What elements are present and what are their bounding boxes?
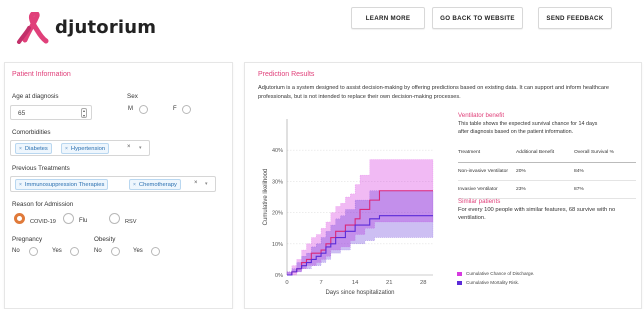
- reason-rsv-label: RSV: [125, 219, 137, 225]
- tag-label: Diabetes: [24, 145, 48, 152]
- table-header-row: Treatment Additional Benefit Overall Sur…: [458, 144, 636, 163]
- tag-diabetes[interactable]: × Diabetes: [15, 143, 52, 154]
- tag-immunosuppression[interactable]: × Immunosuppression Therapies: [15, 179, 109, 190]
- legend-swatch: [457, 271, 462, 276]
- sex-m-label: M: [128, 106, 133, 112]
- table-cell: 87%: [574, 180, 636, 199]
- ribbon-icon: [17, 12, 49, 44]
- chevron-down-icon[interactable]: ▾: [205, 181, 208, 187]
- tag-remove-icon[interactable]: ×: [19, 182, 22, 188]
- table-cell: Invasive Ventilator: [458, 180, 516, 199]
- age-value: 65: [18, 110, 26, 117]
- y-tick-label: 10%: [272, 242, 283, 248]
- sex-f-radio[interactable]: [182, 105, 191, 114]
- ventilator-benefit-text-2: after diagnosis based on the patient inf…: [458, 129, 574, 135]
- age-stepper-icon[interactable]: ▴ ▾: [81, 108, 87, 118]
- chevron-down-icon[interactable]: ▾: [139, 145, 142, 151]
- pregnancy-no-label: No: [12, 248, 20, 254]
- ventilator-benefit-title: Ventilator benefit: [458, 112, 505, 119]
- y-tick-label: 30%: [272, 179, 283, 185]
- similar-patients-title: Similar patients: [458, 198, 501, 205]
- x-tick-label: 0: [285, 280, 288, 286]
- age-label: Age at diagnosis: [12, 93, 59, 100]
- table-cell: Non-invasive Ventilator: [458, 162, 516, 181]
- tag-remove-icon[interactable]: ×: [133, 182, 136, 188]
- reason-rsv-radio[interactable]: [109, 213, 120, 224]
- table-row: Invasive Ventilator 23% 87%: [458, 180, 636, 199]
- pregnancy-yes-radio[interactable]: [70, 247, 79, 256]
- tag-label: Immunosuppression Therapies: [24, 181, 105, 188]
- tag-remove-icon[interactable]: ×: [19, 146, 22, 152]
- table-cell: 84%: [574, 162, 636, 181]
- y-axis-label: Cumulative likelihood: [263, 169, 269, 226]
- table-cell: 23%: [516, 180, 574, 199]
- tag-hypertension[interactable]: × Hypertension: [61, 143, 110, 154]
- pregnancy-yes-label: Yes: [52, 248, 62, 254]
- age-input[interactable]: 65 ▴ ▾: [10, 105, 92, 120]
- prediction-results-title: Prediction Results: [258, 71, 315, 78]
- reason-flu-radio[interactable]: [63, 213, 74, 224]
- clear-icon[interactable]: ×: [194, 180, 198, 186]
- previous-treatments-label: Previous Treatments: [12, 165, 70, 172]
- x-axis-label: Days since hospitalization: [325, 290, 394, 296]
- y-tick-label: 0%: [275, 273, 283, 279]
- survival-chart: 0% 10% 20% 30% 40% 0 7 14 21 28 Days since hospita…: [263, 119, 434, 296]
- obesity-no-label: No: [94, 248, 102, 254]
- pregnancy-label: Pregnancy: [12, 236, 43, 243]
- legend-item-discharge: Cumulative Chance of Discharge.: [457, 271, 534, 276]
- tag-label: Chemotherapy: [138, 181, 177, 188]
- reason-flu-label: Flu: [79, 218, 88, 224]
- sex-f-label: F: [173, 106, 177, 112]
- table-header-cell: Treatment: [458, 144, 516, 163]
- learn-more-button[interactable]: LEARN MORE: [351, 7, 425, 29]
- adjutorium-logo[interactable]: djutorium: [15, 9, 156, 49]
- similar-patients-text-2: ventilation.: [458, 215, 486, 221]
- obesity-label: Obesity: [94, 236, 116, 243]
- x-tick-label: 21: [386, 280, 392, 286]
- obesity-yes-radio[interactable]: [151, 247, 160, 256]
- tag-remove-icon[interactable]: ×: [65, 146, 68, 152]
- y-tick-label: 20%: [272, 211, 283, 217]
- patient-information-title: Patient Information: [12, 71, 71, 78]
- clear-icon[interactable]: ×: [127, 144, 131, 150]
- legend-item-mortality: Cumulative Mortality Risk.: [457, 280, 519, 285]
- x-tick-label: 14: [352, 280, 359, 286]
- y-tick-label: 40%: [272, 148, 283, 154]
- similar-patients-text-1: For every 100 people with similar featur…: [458, 207, 616, 213]
- table-header-cell: Additional Benefit: [516, 144, 574, 163]
- obesity-no-radio[interactable]: [111, 247, 120, 256]
- logo-text: djutorium: [55, 17, 157, 38]
- go-back-to-website-button[interactable]: GO BACK TO WEBSITE: [432, 7, 523, 29]
- app-header: djutorium LEARN MORE GO BACK TO WEBSITE …: [0, 0, 644, 56]
- tag-label: Hypertension: [70, 145, 106, 152]
- send-feedback-button[interactable]: SEND FEEDBACK: [538, 7, 612, 29]
- table-cell: 20%: [516, 162, 574, 181]
- table-row: Non-invasive Ventilator 20% 84%: [458, 162, 636, 181]
- x-tick-label: 7: [319, 280, 322, 286]
- sex-label: Sex: [127, 93, 138, 100]
- previous-treatments-select[interactable]: × Immunosuppression Therapies × Chemothera…: [10, 176, 216, 192]
- reason-covid-radio[interactable]: [14, 213, 25, 224]
- x-tick-label: 28: [420, 280, 426, 286]
- ventilator-benefit-text-1: This table shows the expected survival c…: [458, 121, 598, 127]
- pregnancy-no-radio[interactable]: [29, 247, 38, 256]
- sex-m-radio[interactable]: [139, 105, 148, 114]
- ventilator-table: Treatment Additional Benefit Overall Sur…: [458, 144, 636, 199]
- comorbidities-label: Comorbidities: [12, 129, 51, 136]
- reason-label: Reason for Admission: [12, 201, 74, 208]
- tag-chemotherapy[interactable]: × Chemotherapy: [129, 179, 181, 190]
- legend-label: Cumulative Chance of Discharge.: [466, 271, 535, 276]
- legend-swatch: [457, 280, 462, 285]
- reason-covid-label: COVID-19: [30, 219, 56, 225]
- comorbidities-select[interactable]: × Diabetes × Hypertension × ▾: [10, 140, 150, 156]
- prediction-description: Adjutorium is a system designed to assis…: [258, 85, 609, 100]
- legend-label: Cumulative Mortality Risk.: [466, 280, 520, 285]
- obesity-yes-label: Yes: [133, 248, 143, 254]
- table-header-cell: Overall Survival %: [574, 144, 636, 163]
